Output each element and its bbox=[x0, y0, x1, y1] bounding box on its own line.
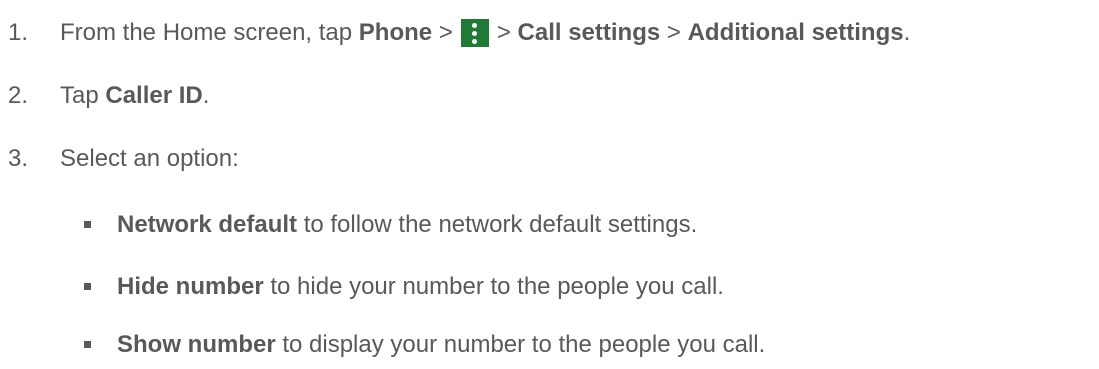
step-text: Select an option: bbox=[60, 145, 239, 172]
option-text: Hide number to hide your number to the p… bbox=[117, 273, 724, 301]
step-text: From the Home screen, tap Phone > > Call… bbox=[60, 19, 910, 47]
option-network-default: Network default to follow the network de… bbox=[0, 211, 1099, 239]
call-settings-label: Call settings bbox=[517, 19, 661, 46]
option-text: Show number to display your number to th… bbox=[117, 331, 765, 359]
phone-label: Phone bbox=[358, 19, 433, 46]
step-number: 2. bbox=[8, 82, 29, 109]
bullet-icon bbox=[84, 341, 91, 348]
caller-id-label: Caller ID bbox=[105, 82, 203, 109]
step-end: . bbox=[202, 82, 210, 109]
option-show-number: Show number to display your number to th… bbox=[0, 331, 1099, 359]
option-label: Hide number bbox=[117, 273, 264, 300]
option-description: to hide your number to the people you ca… bbox=[263, 273, 724, 300]
bullet-icon bbox=[84, 283, 91, 290]
step-end: . bbox=[903, 19, 911, 46]
step-text: Tap Caller ID. bbox=[60, 82, 209, 110]
step-3: 3. Select an option: bbox=[0, 145, 1099, 173]
additional-settings-label: Additional settings bbox=[687, 19, 904, 46]
step-number: 1. bbox=[8, 19, 29, 46]
step-number: 3. bbox=[8, 145, 29, 172]
option-label: Network default bbox=[117, 211, 298, 238]
option-hide-number: Hide number to hide your number to the p… bbox=[0, 273, 1099, 301]
three-dot-menu-icon bbox=[460, 19, 489, 47]
option-label: Show number bbox=[117, 331, 276, 358]
option-description: to follow the network default settings. bbox=[297, 211, 698, 238]
option-text: Network default to follow the network de… bbox=[117, 211, 697, 239]
separator: > bbox=[666, 19, 681, 46]
separator: > bbox=[438, 19, 453, 46]
bullet-icon bbox=[84, 221, 91, 228]
step-intro: Tap bbox=[60, 82, 99, 109]
step-intro: From the Home screen, tap bbox=[60, 19, 353, 46]
separator: > bbox=[496, 19, 511, 46]
option-description: to display your number to the people you… bbox=[275, 331, 766, 358]
step-2: 2. Tap Caller ID. bbox=[0, 82, 1099, 110]
step-1: 1. From the Home screen, tap Phone > > C… bbox=[0, 19, 1099, 47]
